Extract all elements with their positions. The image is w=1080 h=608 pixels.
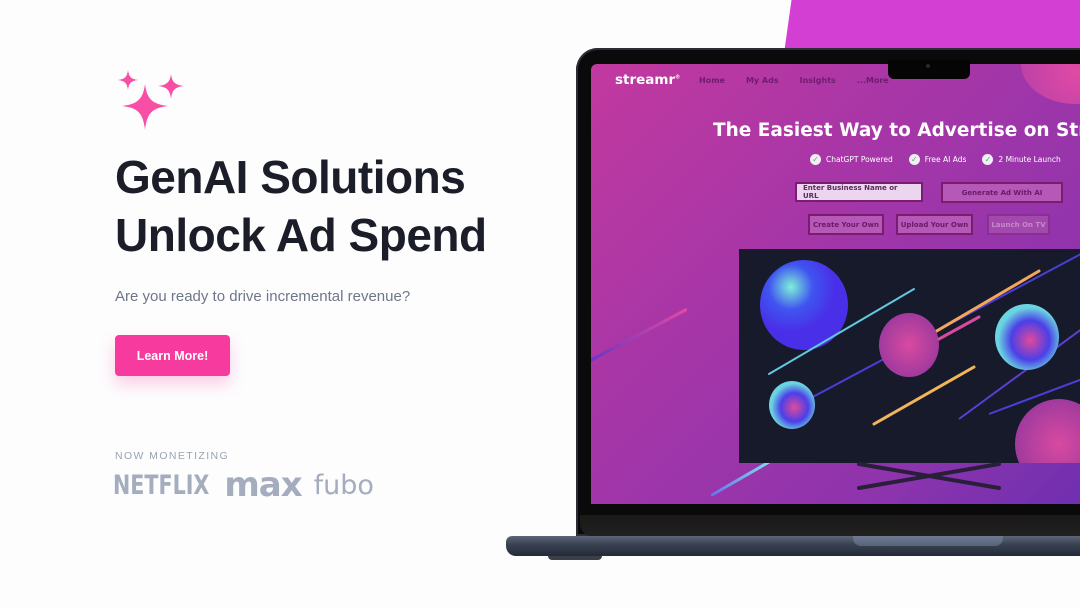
camera-notch [888,60,970,79]
tv-ad-preview [739,249,1080,463]
feature-list: ✓ ChatGPT Powered ✓ Free AI Ads ✓ 2 Minute … [810,154,1061,165]
sphere [769,381,815,429]
tv-artwork [760,253,1080,463]
decorative-streak [710,459,773,497]
headline-line-1: GenAI Solutions [115,151,466,203]
laptop-screen: streamr® Home My Ads Insights ...More Th… [591,64,1080,504]
feature-item: ✓ 2 Minute Launch [982,154,1061,165]
laptop-foot [548,556,602,560]
laptop-opening-notch [853,536,1003,546]
tv-stand [857,462,1001,490]
streamr-logo[interactable]: streamr® [615,72,680,88]
check-icon: ✓ [810,154,821,165]
upload-your-own-button[interactable]: Upload Your Own [896,214,973,235]
headline: GenAI Solutions Unlock Ad Spend [115,148,487,264]
business-name-input[interactable]: Enter Business Name or URL [795,182,923,202]
fubo-logo: fubo [313,469,374,501]
max-logo: max [224,465,302,505]
feature-item: ✓ ChatGPT Powered [810,154,893,165]
screen-nav: Home My Ads Insights ...More [699,76,889,85]
decorative-streak [591,307,688,367]
sphere [1015,399,1080,463]
netflix-logo: NETFLIX [113,469,210,501]
check-icon: ✓ [908,154,920,165]
camera-icon [926,64,930,68]
partner-logos: NETFLIX max fubo [113,468,374,502]
nav-home[interactable]: Home [699,76,725,85]
decorative-circle [1021,64,1080,104]
launch-on-tv-button[interactable]: Launch On TV [987,214,1050,235]
learn-more-button[interactable]: Learn More! [115,335,230,376]
nav-more[interactable]: ...More [857,76,889,85]
laptop-chin [580,515,1080,537]
subtitle: Are you ready to drive incremental reven… [115,288,411,305]
sphere [995,304,1059,370]
headline-line-2: Unlock Ad Spend [115,209,487,261]
check-icon: ✓ [982,154,994,165]
sphere [879,313,939,377]
create-your-own-button[interactable]: Create Your Own [808,214,884,235]
generate-ad-button[interactable]: Generate Ad With AI [941,182,1063,203]
nav-insights[interactable]: Insights [800,76,836,85]
feature-item: ✓ Free AI Ads [908,154,966,165]
now-monetizing-label: NOW MONETIZING [115,450,230,462]
sparkles-icon [118,70,184,130]
screen-hero-title: The Easiest Way to Advertise on Streamin… [713,120,1080,141]
nav-my-ads[interactable]: My Ads [746,76,779,85]
